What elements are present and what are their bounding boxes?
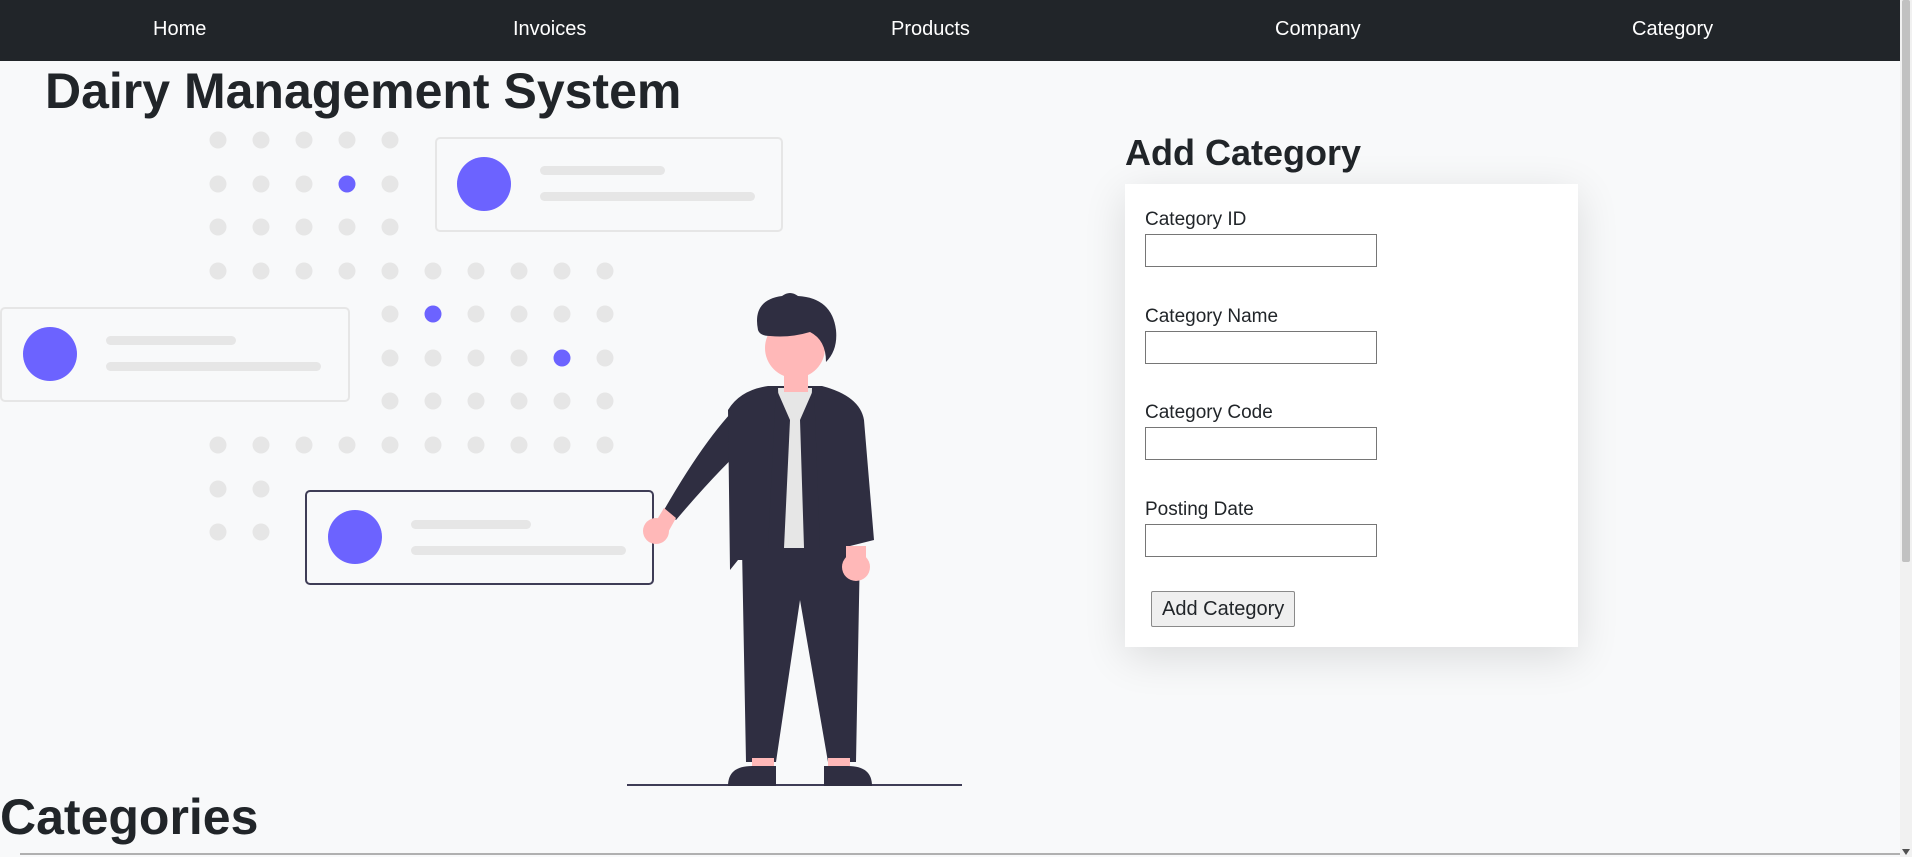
decor-dot	[209, 262, 227, 280]
decor-dot	[553, 392, 571, 410]
decor-dot	[338, 436, 356, 454]
scrollbar-thumb[interactable]	[1902, 0, 1910, 562]
category-name-input[interactable]	[1145, 331, 1377, 364]
decor-dot	[596, 262, 614, 280]
decor-dot	[338, 218, 356, 236]
decor-dot	[596, 349, 614, 367]
nav-category-link[interactable]: Category	[1632, 18, 1713, 41]
decor-dot	[209, 436, 227, 454]
decor-dot	[467, 392, 485, 410]
decor-dot	[381, 262, 399, 280]
category-id-input[interactable]	[1145, 234, 1377, 267]
decor-dot	[381, 175, 399, 193]
decor-dot	[295, 262, 313, 280]
decor-dot	[467, 305, 485, 323]
nav-invoices-link[interactable]: Invoices	[513, 18, 586, 41]
posting-date-input[interactable]	[1145, 524, 1377, 557]
decor-dot	[381, 131, 399, 149]
decor-dot	[381, 218, 399, 236]
decor-dot	[252, 480, 270, 498]
decor-dot	[338, 175, 356, 193]
decor-dot	[338, 131, 356, 149]
decor-dot	[209, 523, 227, 541]
nav-company-link[interactable]: Company	[1275, 18, 1361, 41]
decor-dot	[553, 305, 571, 323]
decor-dot	[252, 436, 270, 454]
decor-dot	[553, 349, 571, 367]
decor-dot	[510, 436, 528, 454]
add-category-button[interactable]: Add Category	[1151, 591, 1296, 627]
decor-dot	[596, 436, 614, 454]
nav-home-link[interactable]: Home	[153, 18, 206, 41]
decor-dot	[209, 218, 227, 236]
decor-dot	[553, 262, 571, 280]
decor-dot	[252, 262, 270, 280]
hero-illustration	[0, 131, 962, 786]
top-navbar: Home Invoices Products Company Category	[0, 0, 1900, 61]
page-title: Dairy Management System	[45, 63, 682, 119]
posting-date-label: Posting Date	[1145, 499, 1254, 520]
decor-dot	[252, 218, 270, 236]
add-category-form: Category ID Category Name Category Code …	[1125, 184, 1578, 647]
decor-dot	[424, 262, 442, 280]
decor-dot	[467, 262, 485, 280]
illustration-card-left	[0, 307, 350, 402]
person-figure	[627, 293, 962, 786]
decor-dot	[596, 392, 614, 410]
decor-dot	[381, 349, 399, 367]
decor-dot	[510, 262, 528, 280]
category-name-label: Category Name	[1145, 306, 1279, 327]
decor-dot	[381, 392, 399, 410]
decor-dot	[381, 305, 399, 323]
decor-dot	[295, 131, 313, 149]
decor-dot	[553, 436, 571, 454]
category-code-label: Category Code	[1145, 402, 1273, 423]
decor-dot	[209, 480, 227, 498]
decor-dot	[467, 436, 485, 454]
scroll-down-arrow-icon[interactable]	[1902, 849, 1910, 855]
section-divider	[20, 853, 1900, 855]
page-scrollbar[interactable]	[1900, 0, 1912, 857]
decor-dot	[209, 175, 227, 193]
category-code-input[interactable]	[1145, 427, 1377, 460]
decor-dot	[510, 392, 528, 410]
decor-dot	[596, 305, 614, 323]
decor-dot	[424, 392, 442, 410]
decor-dot	[338, 262, 356, 280]
decor-dot	[467, 349, 485, 367]
decor-dot	[424, 349, 442, 367]
decor-dot	[252, 131, 270, 149]
decor-dot	[252, 523, 270, 541]
decor-dot	[295, 436, 313, 454]
decor-dot	[424, 436, 442, 454]
decor-dot	[381, 436, 399, 454]
decor-dot	[295, 218, 313, 236]
decor-dot	[510, 305, 528, 323]
decor-dot	[209, 131, 227, 149]
decor-dot	[424, 305, 442, 323]
categories-section-title: Categories	[0, 789, 259, 845]
nav-products-link[interactable]: Products	[891, 18, 970, 41]
illustration-card-highlighted	[305, 490, 654, 585]
form-heading: Add Category	[1125, 132, 1362, 173]
decor-dot	[510, 349, 528, 367]
decor-dot	[295, 175, 313, 193]
illustration-card-top	[435, 137, 783, 232]
category-id-label: Category ID	[1145, 209, 1247, 230]
decor-dot	[252, 175, 270, 193]
